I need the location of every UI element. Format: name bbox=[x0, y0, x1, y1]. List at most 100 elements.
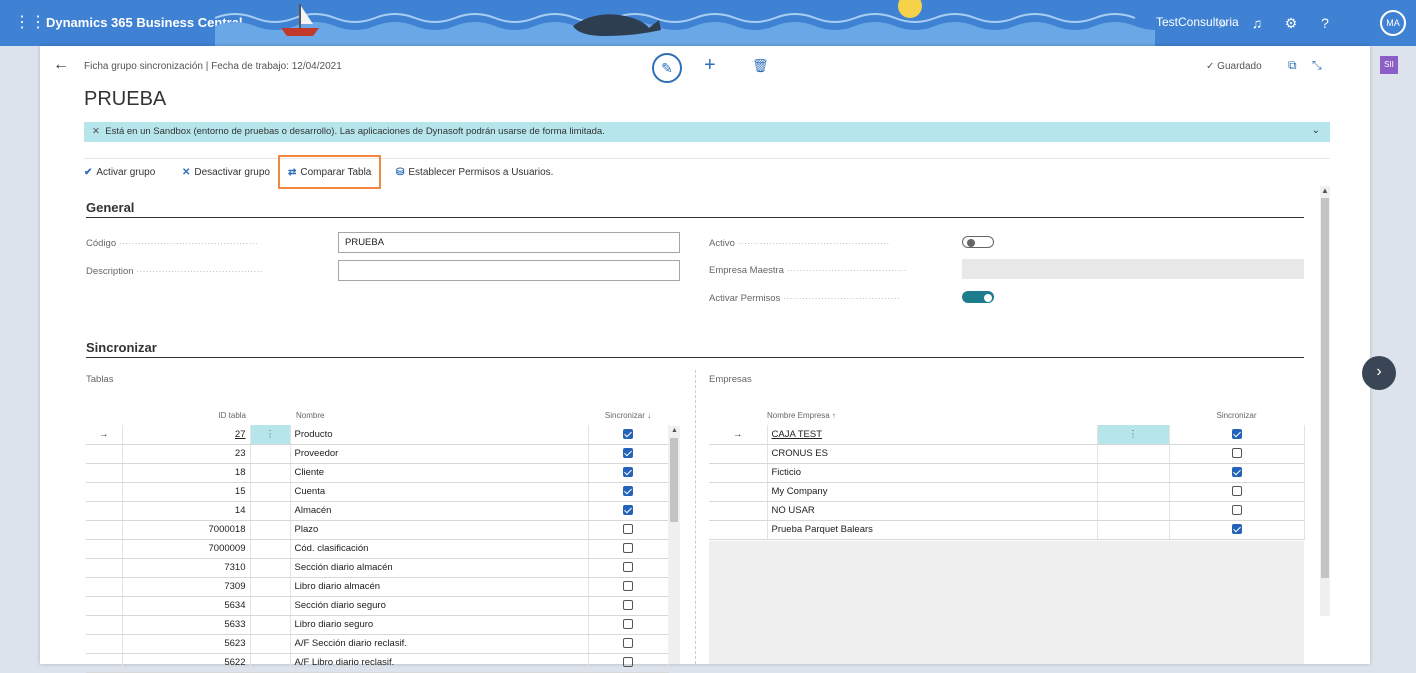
sincronizar-cell[interactable] bbox=[1169, 520, 1305, 540]
activar-permisos-toggle[interactable] bbox=[962, 291, 994, 303]
row-menu-icon[interactable] bbox=[250, 577, 291, 597]
id-tabla-cell[interactable]: 14 bbox=[122, 501, 251, 521]
row-menu-icon[interactable] bbox=[1097, 463, 1170, 483]
open-new-window-icon[interactable]: ⧉ bbox=[1288, 58, 1297, 73]
establecer-permisos-action[interactable]: ⛁ Establecer Permisos a Usuarios. bbox=[396, 167, 553, 178]
id-tabla-cell[interactable]: 23 bbox=[122, 444, 251, 464]
row-menu-icon[interactable] bbox=[250, 501, 291, 521]
nombre-cell[interactable]: A/F Sección diario reclasif. bbox=[290, 634, 589, 654]
sincronizar-checkbox[interactable] bbox=[1231, 524, 1242, 535]
scroll-thumb[interactable] bbox=[670, 438, 678, 522]
table-row[interactable]: 14 Almacén bbox=[86, 501, 669, 521]
table-row[interactable]: My Company bbox=[709, 482, 1305, 502]
sincronizar-checkbox[interactable] bbox=[623, 486, 633, 497]
nombre-cell[interactable]: Proveedor bbox=[290, 444, 589, 464]
sincronizar-checkbox[interactable] bbox=[1231, 505, 1242, 516]
sincronizar-checkbox[interactable] bbox=[623, 524, 633, 535]
sincronizar-checkbox[interactable] bbox=[623, 638, 633, 649]
sincronizar-cell[interactable] bbox=[588, 634, 669, 654]
collapse-icon[interactable]: ⤡ bbox=[1312, 58, 1322, 73]
table-row[interactable]: 5634 Sección diario seguro bbox=[86, 596, 669, 616]
table-row[interactable]: Ficticio bbox=[709, 463, 1305, 483]
row-menu-icon[interactable] bbox=[250, 482, 291, 502]
sincronizar-cell[interactable] bbox=[588, 482, 669, 502]
row-menu-icon[interactable] bbox=[250, 539, 291, 559]
bell-icon[interactable]: ♫ bbox=[1246, 12, 1268, 34]
table-row[interactable]: 5623 A/F Sección diario reclasif. bbox=[86, 634, 669, 654]
general-heading[interactable]: General bbox=[86, 200, 134, 215]
nombre-cell[interactable]: Producto bbox=[290, 425, 589, 445]
sincronizar-checkbox[interactable] bbox=[623, 657, 633, 668]
help-icon[interactable]: ? bbox=[1314, 12, 1336, 34]
nombre-cell[interactable]: A/F Libro diario reclasif. bbox=[290, 653, 589, 673]
sincronizar-checkbox[interactable] bbox=[623, 619, 633, 630]
row-menu-icon[interactable] bbox=[1097, 501, 1170, 521]
sincronizar-header[interactable]: Sincronizar bbox=[1169, 405, 1304, 425]
row-menu-icon[interactable] bbox=[250, 634, 291, 654]
sincronizar-cell[interactable] bbox=[588, 577, 669, 597]
id-tabla-cell[interactable]: 27 bbox=[122, 425, 251, 445]
table-row[interactable]: 18 Cliente bbox=[86, 463, 669, 483]
id-tabla-cell[interactable]: 5623 bbox=[122, 634, 251, 654]
sincronizar-checkbox[interactable] bbox=[1231, 448, 1242, 459]
page-scrollbar[interactable]: ▲ bbox=[1320, 186, 1330, 616]
back-arrow-icon[interactable]: ← bbox=[50, 55, 72, 77]
row-menu-icon[interactable] bbox=[1097, 482, 1170, 502]
table-row[interactable]: 15 Cuenta bbox=[86, 482, 669, 502]
sincronizar-checkbox[interactable] bbox=[623, 581, 633, 592]
row-menu-icon[interactable] bbox=[1097, 444, 1170, 464]
nombre-empresa-cell[interactable]: CRONUS ES bbox=[767, 444, 1098, 464]
chevron-right-icon[interactable]: › bbox=[1362, 356, 1396, 390]
sincronizar-cell[interactable] bbox=[588, 463, 669, 483]
avatar[interactable]: MA bbox=[1380, 10, 1406, 36]
nombre-empresa-cell[interactable]: CAJA TEST bbox=[767, 425, 1098, 445]
sincronizar-checkbox[interactable] bbox=[1231, 429, 1242, 440]
waffle-icon[interactable]: ⋮⋮ bbox=[14, 12, 46, 34]
desactivar-grupo-action[interactable]: ✕ Desactivar grupo bbox=[182, 167, 270, 178]
dismiss-icon[interactable]: ✕ bbox=[92, 126, 100, 137]
table-row[interactable]: → 27 ⋮ Producto bbox=[86, 425, 669, 445]
sincronizar-cell[interactable] bbox=[1169, 444, 1305, 464]
id-tabla-header[interactable]: ID tabla bbox=[122, 405, 250, 425]
sincronizar-checkbox[interactable] bbox=[623, 600, 633, 611]
row-menu-icon[interactable]: ⋮ bbox=[1097, 425, 1170, 445]
id-tabla-cell[interactable]: 5633 bbox=[122, 615, 251, 635]
sincronizar-checkbox[interactable] bbox=[623, 448, 633, 459]
table-row[interactable]: 7000009 Cód. clasificación bbox=[86, 539, 669, 559]
new-plus-icon[interactable]: + bbox=[704, 54, 716, 77]
id-tabla-cell[interactable]: 18 bbox=[122, 463, 251, 483]
id-tabla-cell[interactable]: 5634 bbox=[122, 596, 251, 616]
scroll-up-icon[interactable]: ▲ bbox=[1321, 186, 1329, 195]
sii-side-tag[interactable]: SII bbox=[1380, 56, 1398, 74]
nombre-cell[interactable]: Almacén bbox=[290, 501, 589, 521]
row-menu-icon[interactable]: ⋮ bbox=[250, 425, 291, 445]
sincronizar-cell[interactable] bbox=[588, 520, 669, 540]
sincronizar-cell[interactable] bbox=[1169, 463, 1305, 483]
table-row[interactable]: 7000018 Plazo bbox=[86, 520, 669, 540]
nombre-empresa-cell[interactable]: My Company bbox=[767, 482, 1098, 502]
row-menu-icon[interactable] bbox=[250, 444, 291, 464]
sincronizar-cell[interactable] bbox=[588, 653, 669, 673]
sincronizar-cell[interactable] bbox=[588, 425, 669, 445]
sincronizar-checkbox[interactable] bbox=[623, 562, 633, 573]
row-menu-icon[interactable] bbox=[250, 463, 291, 483]
id-tabla-cell[interactable]: 7310 bbox=[122, 558, 251, 578]
sincronizar-cell[interactable] bbox=[1169, 425, 1305, 445]
table-row[interactable]: 23 Proveedor bbox=[86, 444, 669, 464]
nombre-cell[interactable]: Libro diario seguro bbox=[290, 615, 589, 635]
sincronizar-checkbox[interactable] bbox=[1231, 486, 1242, 497]
codigo-field[interactable]: PRUEBA bbox=[338, 232, 680, 253]
app-brand[interactable]: Dynamics 365 Business Central bbox=[46, 15, 243, 30]
table-row[interactable]: → CAJA TEST ⋮ bbox=[709, 425, 1305, 445]
table-row[interactable]: NO USAR bbox=[709, 501, 1305, 521]
gear-icon[interactable]: ⚙ bbox=[1280, 12, 1302, 34]
nombre-header[interactable]: Nombre bbox=[290, 405, 588, 425]
sincronizar-checkbox[interactable] bbox=[623, 429, 633, 440]
row-menu-icon[interactable] bbox=[250, 653, 291, 673]
activo-toggle[interactable] bbox=[962, 236, 994, 248]
edit-pencil-icon[interactable]: ✎ bbox=[652, 53, 682, 83]
description-field[interactable] bbox=[338, 260, 680, 281]
sincronizar-cell[interactable] bbox=[588, 615, 669, 635]
nombre-empresa-header[interactable]: Nombre Empresa ↑ bbox=[767, 405, 1097, 425]
row-menu-icon[interactable] bbox=[250, 615, 291, 635]
